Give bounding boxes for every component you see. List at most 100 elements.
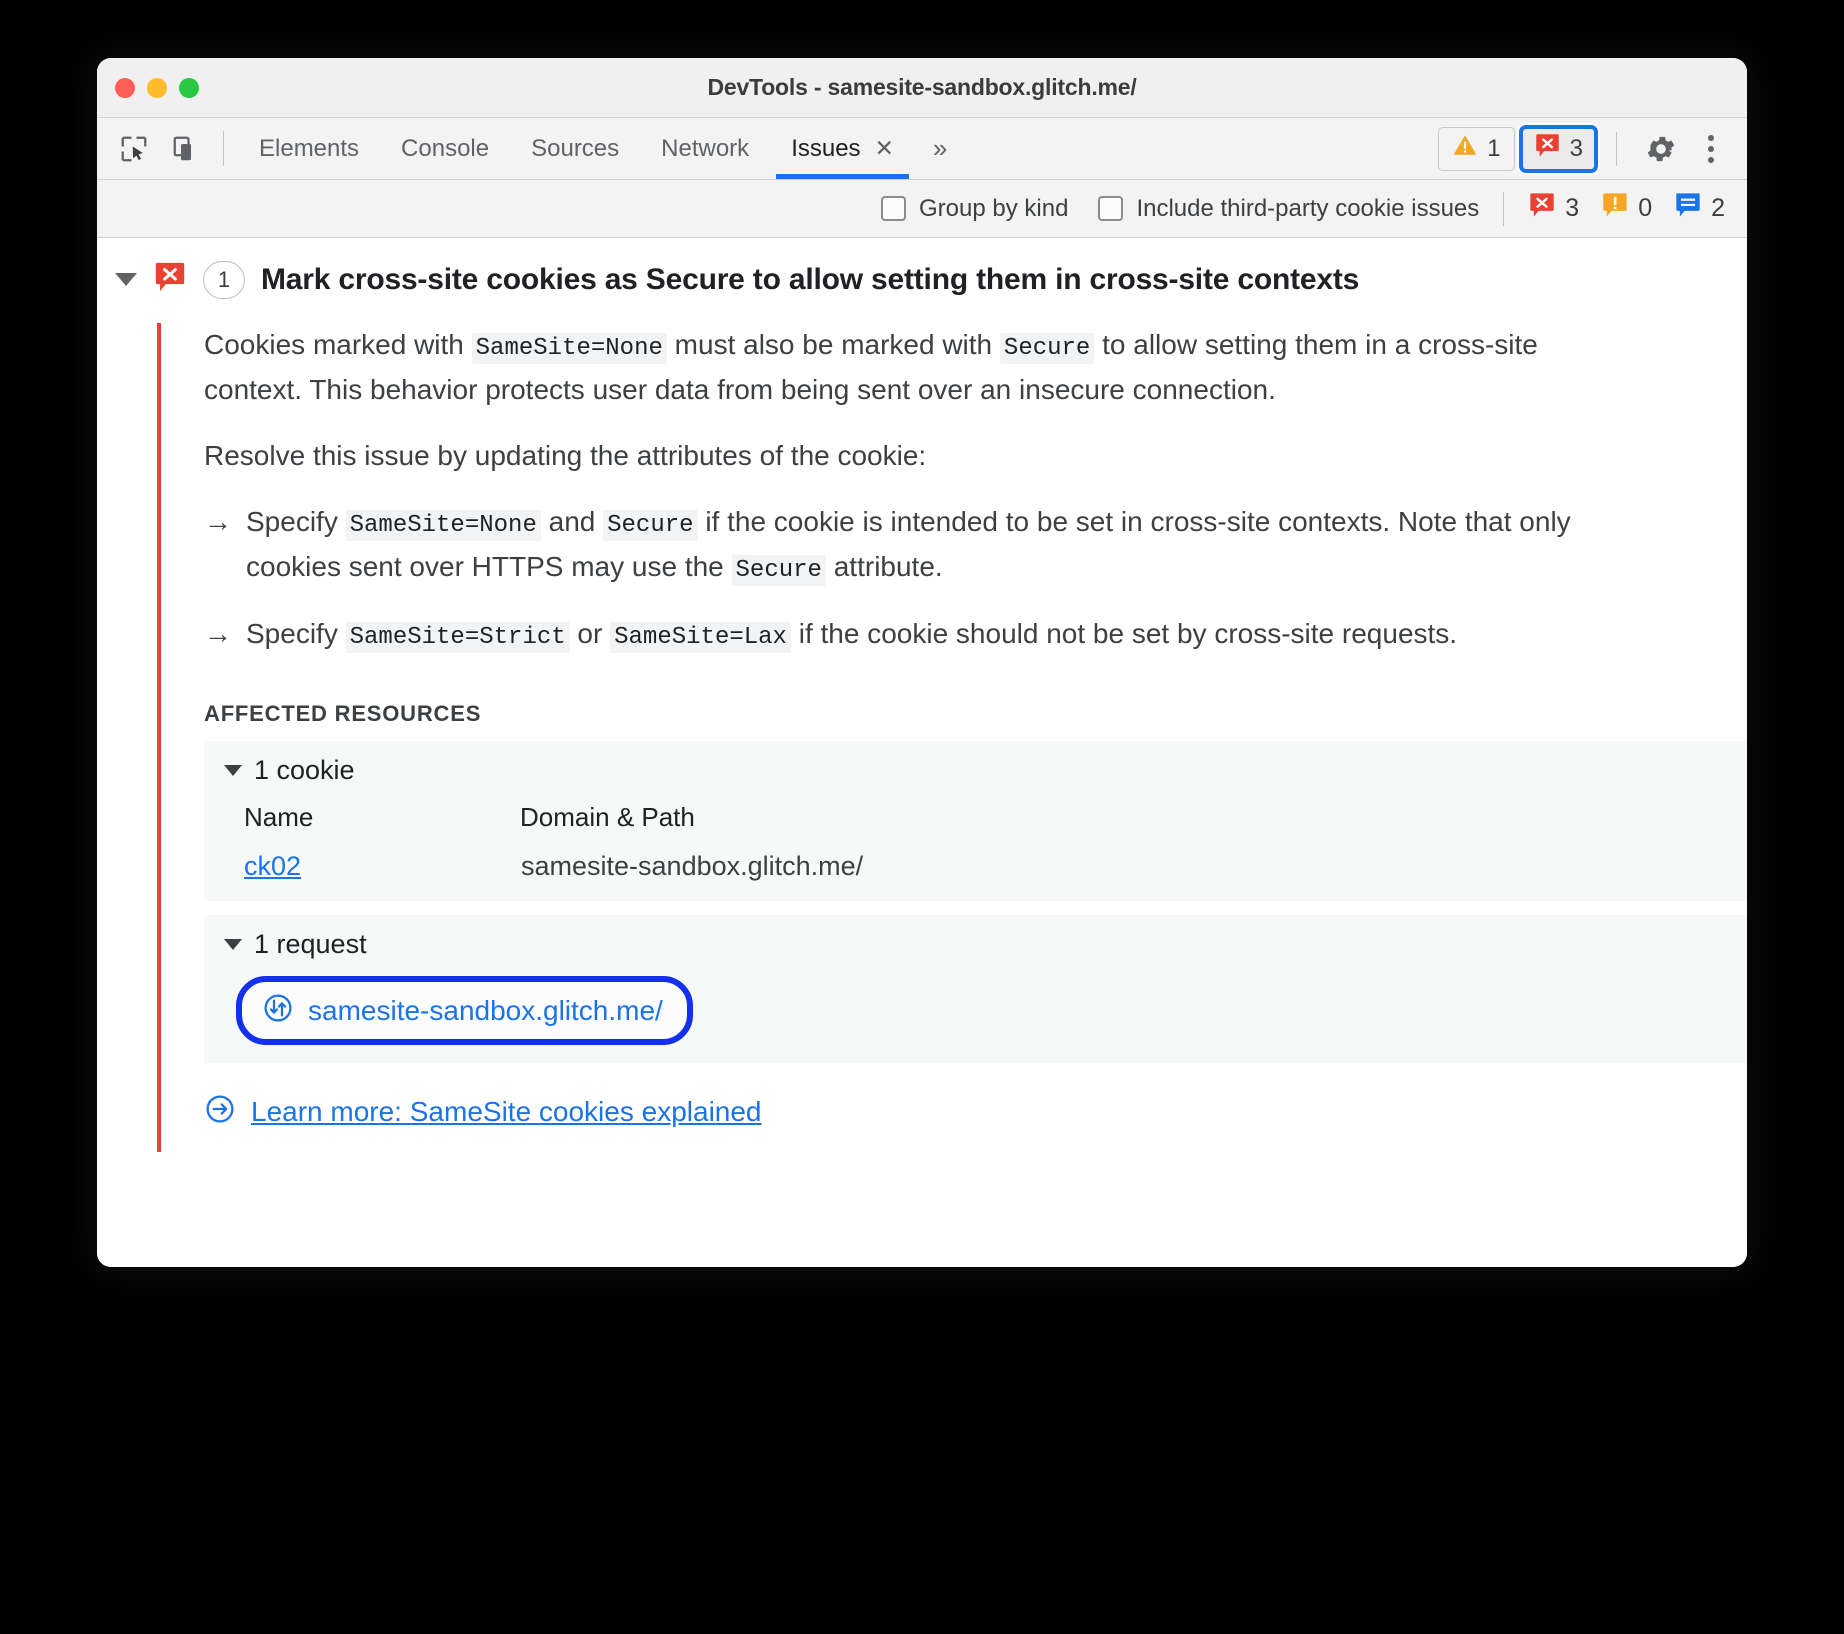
warning-counter-value: 0 bbox=[1638, 194, 1653, 222]
cookie-name-link[interactable]: ck02 bbox=[244, 851, 301, 881]
more-tabs-icon[interactable]: » bbox=[915, 118, 965, 179]
arrow-circle-right-icon bbox=[204, 1093, 236, 1130]
toolbar-divider bbox=[223, 131, 224, 166]
info-counter[interactable]: 2 bbox=[1674, 191, 1725, 226]
issue-detail-content: Cookies marked with SameSite=None must a… bbox=[157, 323, 1747, 1153]
error-count-value: 3 bbox=[1569, 134, 1583, 162]
tab-issues[interactable]: Issues ✕ bbox=[770, 118, 915, 179]
group-by-kind-label: Group by kind bbox=[919, 194, 1069, 222]
toolbar-right-divider bbox=[1616, 131, 1617, 166]
affected-requests-block: 1 request samesite-sandbox.glitch.me/ bbox=[204, 915, 1747, 1064]
window-title: DevTools - samesite-sandbox.glitch.me/ bbox=[707, 74, 1137, 100]
gear-icon[interactable] bbox=[1635, 123, 1687, 175]
request-row: samesite-sandbox.glitch.me/ bbox=[204, 976, 1747, 1046]
cookie-section-header[interactable]: 1 cookie bbox=[204, 755, 1747, 786]
inspect-cursor-icon[interactable] bbox=[111, 126, 157, 172]
tab-console-label: Console bbox=[401, 134, 490, 162]
issue-paragraph-2: Resolve this issue by updating the attri… bbox=[204, 440, 927, 472]
column-header-name: Name bbox=[244, 802, 314, 833]
issue-header-row[interactable]: 1 Mark cross-site cookies as Secure to a… bbox=[97, 238, 1747, 309]
b2-text-1: Specify bbox=[246, 618, 346, 650]
checkbox-box[interactable] bbox=[881, 196, 907, 221]
request-section-header[interactable]: 1 request bbox=[204, 929, 1747, 960]
tab-network[interactable]: Network bbox=[640, 118, 770, 179]
maximize-window-button[interactable] bbox=[179, 77, 199, 98]
close-icon[interactable]: ✕ bbox=[875, 137, 894, 160]
error-icon bbox=[1534, 132, 1561, 166]
filterbar-divider bbox=[1503, 191, 1505, 226]
issues-filter-bar: Group by kind Include third-party cookie… bbox=[97, 180, 1747, 238]
warning-counter[interactable]: 0 bbox=[1601, 191, 1652, 226]
affected-cookies-block: 1 cookie Name Domain & Path ck02 samesit… bbox=[204, 741, 1747, 902]
devtools-window: DevTools - samesite-sandbox.glitch.me/ E… bbox=[97, 58, 1747, 1267]
kebab-menu-icon[interactable] bbox=[1691, 123, 1731, 175]
info-message-icon bbox=[1674, 191, 1702, 226]
close-window-button[interactable] bbox=[115, 77, 135, 98]
p1-text-1: Cookies marked with bbox=[204, 329, 472, 360]
tab-sources-label: Sources bbox=[531, 134, 620, 162]
info-counter-value: 2 bbox=[1711, 194, 1725, 222]
p1-text-2: must also be marked with bbox=[666, 329, 1000, 360]
tab-issues-label: Issues bbox=[791, 134, 861, 162]
issue-bullet-2: → Specify SameSite=Strict or SameSite=La… bbox=[204, 612, 1604, 657]
toolbar-right-group: 1 3 bbox=[1438, 118, 1747, 179]
include-third-party-checkbox[interactable]: Include third-party cookie issues bbox=[1098, 195, 1479, 223]
devtools-tabbar: Elements Console Sources Network Issues … bbox=[97, 118, 1747, 180]
b2-text-2: or bbox=[569, 618, 611, 650]
b1-text-4: attribute. bbox=[825, 551, 943, 583]
code-samesite-none: SameSite=None bbox=[345, 510, 541, 542]
chevron-down-icon[interactable] bbox=[115, 273, 137, 286]
table-header-row: Name Domain & Path bbox=[204, 802, 864, 847]
tab-console[interactable]: Console bbox=[380, 118, 510, 179]
screenshot-root: DevTools - samesite-sandbox.glitch.me/ E… bbox=[0, 0, 1844, 1634]
learn-more-label: Learn more: SameSite cookies explained bbox=[251, 1095, 762, 1127]
affected-cookies-table: Name Domain & Path ck02 samesite-sandbox… bbox=[204, 802, 864, 883]
group-by-kind-checkbox[interactable]: Group by kind bbox=[881, 195, 1068, 223]
issue-title: Mark cross-site cookies as Secure to all… bbox=[261, 262, 1360, 296]
issue-paragraph-1: Cookies marked with SameSite=None must a… bbox=[204, 323, 1594, 412]
warning-icon bbox=[1601, 191, 1629, 226]
panel-tabs: Elements Console Sources Network Issues … bbox=[238, 118, 915, 179]
issue-occurrence-count: 1 bbox=[203, 260, 245, 299]
chevron-down-icon[interactable] bbox=[224, 939, 242, 951]
request-url: samesite-sandbox.glitch.me/ bbox=[308, 994, 663, 1026]
cookie-domain-path-cell: samesite-sandbox.glitch.me/ bbox=[521, 851, 864, 882]
device-toolbar-icon[interactable] bbox=[163, 126, 209, 172]
minimize-window-button[interactable] bbox=[147, 77, 167, 98]
chevron-down-icon[interactable] bbox=[224, 765, 242, 777]
cookie-name-cell: ck02 bbox=[204, 847, 520, 883]
issue-counters: 3 0 2 bbox=[1528, 191, 1725, 226]
warning-count-chip[interactable]: 1 bbox=[1438, 126, 1515, 171]
code-samesite-strict: SameSite=Strict bbox=[345, 622, 570, 654]
code-secure: Secure bbox=[999, 333, 1095, 364]
tab-elements-label: Elements bbox=[259, 134, 360, 162]
code-secure-2: Secure bbox=[731, 555, 826, 587]
warning-triangle-icon bbox=[1452, 132, 1478, 165]
request-arrows-icon bbox=[262, 992, 294, 1029]
bullet-1-text: Specify SameSite=None and Secure if the … bbox=[246, 500, 1604, 590]
issues-panel-body: 1 Mark cross-site cookies as Secure to a… bbox=[97, 238, 1747, 1267]
table-row: ck02 samesite-sandbox.glitch.me/ bbox=[204, 847, 864, 883]
b2-text-3: if the cookie should not be set by cross… bbox=[790, 618, 1458, 650]
highlighted-request-link[interactable]: samesite-sandbox.glitch.me/ bbox=[236, 976, 693, 1046]
error-counter-value: 3 bbox=[1565, 194, 1580, 222]
request-section-title: 1 request bbox=[254, 929, 367, 960]
arrow-right-icon: → bbox=[204, 618, 232, 650]
column-header-domain-path: Domain & Path bbox=[520, 802, 695, 833]
window-titlebar: DevTools - samesite-sandbox.glitch.me/ bbox=[97, 58, 1747, 118]
b1-text-2: and bbox=[540, 506, 604, 538]
learn-more-link[interactable]: Learn more: SameSite cookies explained bbox=[204, 1093, 1747, 1130]
code-samesite-none: SameSite=None bbox=[471, 333, 667, 364]
tab-elements[interactable]: Elements bbox=[238, 118, 380, 179]
error-count-chip[interactable]: 3 bbox=[1518, 124, 1598, 173]
toolbar-left-icons bbox=[111, 118, 209, 179]
tab-sources[interactable]: Sources bbox=[510, 118, 640, 179]
checkbox-box[interactable] bbox=[1098, 196, 1124, 221]
issue-bullet-1: → Specify SameSite=None and Secure if th… bbox=[204, 500, 1604, 590]
tab-network-label: Network bbox=[661, 134, 750, 162]
error-icon bbox=[153, 260, 187, 299]
affected-resources-label: AFFECTED RESOURCES bbox=[204, 701, 482, 727]
error-counter[interactable]: 3 bbox=[1528, 191, 1579, 226]
bullet-2-text: Specify SameSite=Strict or SameSite=Lax … bbox=[246, 612, 1457, 657]
b1-text-1: Specify bbox=[246, 506, 346, 538]
